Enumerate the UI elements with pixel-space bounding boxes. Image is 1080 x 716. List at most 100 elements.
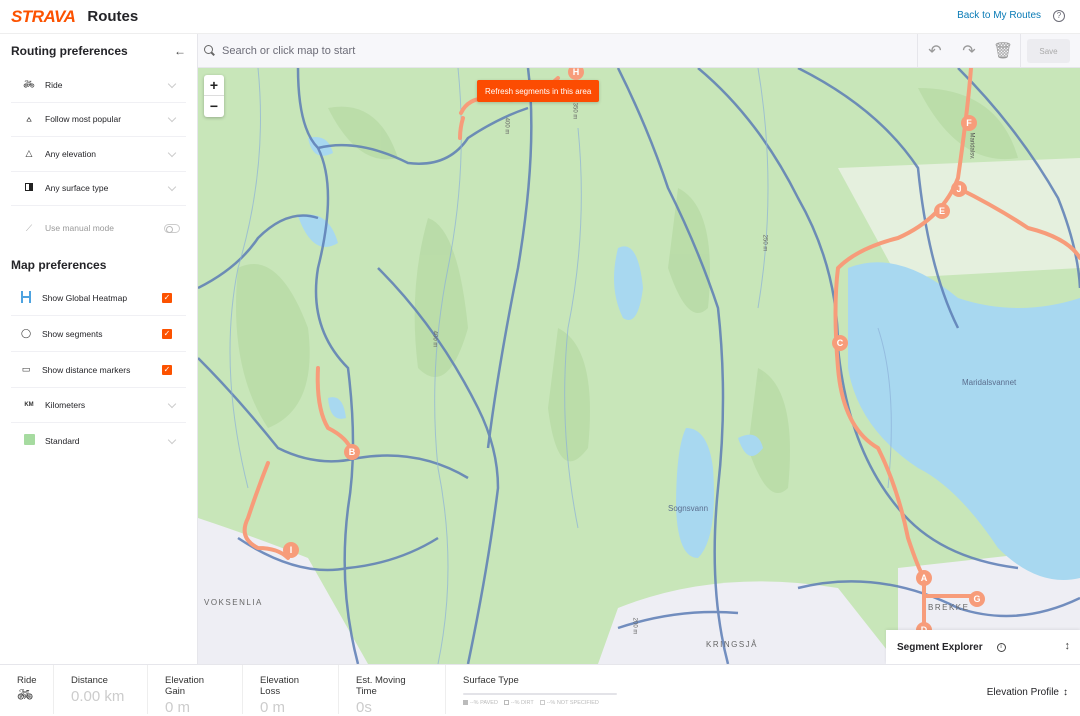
distance-label: Distance xyxy=(71,675,108,686)
sidebar: Routing preferences ← 🚲︎ Ride ⩟ Follow m… xyxy=(0,34,198,664)
elevation-gain-value: 0 m xyxy=(165,699,191,716)
save-button[interactable]: Save xyxy=(1027,39,1070,63)
segment-marker-e[interactable]: E xyxy=(934,203,950,219)
distance-markers-label: Show distance markers xyxy=(42,364,131,375)
paved-text: --% PAVED xyxy=(470,700,498,706)
bike-icon: 🚲︎ xyxy=(17,687,34,702)
collapse-sidebar-arrow-icon[interactable]: ← xyxy=(174,44,186,58)
chevron-down-icon xyxy=(168,114,178,124)
segment-marker-b[interactable]: B xyxy=(344,444,360,460)
expand-vertical-icon[interactable]: ↕ xyxy=(1065,640,1071,652)
map-graphic xyxy=(198,68,1080,664)
zoom-out-button[interactable]: − xyxy=(204,96,224,117)
global-heatmap-label: Show Global Heatmap xyxy=(42,292,128,303)
legend-paved: --% PAVED xyxy=(463,700,498,706)
redo-button[interactable]: ↷ xyxy=(952,34,986,68)
show-segments-checkbox[interactable]: ✓ xyxy=(162,328,172,339)
search-toolbar: ↶ ↷ 🗑︎ Save xyxy=(198,34,1080,68)
contour-label: 400 m xyxy=(431,330,438,348)
surface-legend: --% PAVED --% DIRT --% NOT SPECIFIED xyxy=(463,700,1063,706)
map-canvas[interactable]: + − Refresh segments in this area H F J … xyxy=(198,68,1080,664)
divider xyxy=(1020,34,1021,68)
popularity-select[interactable]: ⩟ Follow most popular xyxy=(11,103,186,137)
map-preferences-title: Map preferences xyxy=(11,258,107,272)
moving-time-label: Est. Moving Time xyxy=(356,675,406,697)
road-label: Maridalsv. xyxy=(968,132,975,160)
dirt-text: --% DIRT xyxy=(510,700,534,706)
show-segments-row[interactable]: ◯ Show segments ✓ xyxy=(11,316,186,352)
surface-type-label: Any surface type xyxy=(45,183,109,194)
stat-elevation-gain: Elevation Gain 0 m xyxy=(148,665,243,716)
not-specified-swatch xyxy=(539,700,545,706)
lake-maridalsvannet xyxy=(848,262,1080,580)
segment-explorer-panel[interactable]: Segment Explorer i ↕ xyxy=(886,630,1080,664)
help-icon[interactable]: ? xyxy=(1053,10,1065,22)
place-label-voksenlia: VOKSENLIA xyxy=(204,598,263,607)
page-title: Routes xyxy=(87,8,139,25)
refresh-segments-button[interactable]: Refresh segments in this area xyxy=(477,80,600,102)
distance-markers-checkbox[interactable]: ✓ xyxy=(162,364,172,375)
zoom-in-button[interactable]: + xyxy=(204,75,224,96)
stat-distance: Distance 0.00 km xyxy=(54,665,148,714)
distance-marker-icon: ▭ xyxy=(21,364,31,374)
moving-time-value: 0s xyxy=(356,699,372,716)
segment-marker-i[interactable]: I xyxy=(283,542,299,558)
units-select[interactable]: KM Kilometers xyxy=(11,388,186,423)
route-stats-bar: Ride 🚲︎ Distance 0.00 km Elevation Gain … xyxy=(0,664,1080,716)
stat-elevation-loss: Elevation Loss 0 m xyxy=(243,665,339,716)
sport-type-select[interactable]: 🚲︎ Ride xyxy=(11,68,186,103)
segment-marker-f[interactable]: F xyxy=(961,115,977,131)
stat-ride: Ride 🚲︎ xyxy=(0,665,54,714)
chevron-down-icon xyxy=(168,400,178,410)
stat-moving-time: Est. Moving Time 0s xyxy=(339,665,446,716)
elevation-profile-label: Elevation Profile xyxy=(986,687,1059,698)
segment-marker-a[interactable]: A xyxy=(916,570,932,586)
urban-area xyxy=(598,581,898,664)
ride-label: Ride xyxy=(17,675,37,686)
strava-logo[interactable]: STRAVA xyxy=(11,7,76,27)
manual-mode-row: ⟋ Use manual mode xyxy=(11,206,186,250)
undo-button[interactable]: ↶ xyxy=(918,34,952,68)
search-icon xyxy=(204,45,215,56)
distance-markers-row[interactable]: ▭ Show distance markers ✓ xyxy=(11,352,186,388)
global-heatmap-row[interactable]: Show Global Heatmap ✓ xyxy=(11,280,186,316)
search-input[interactable] xyxy=(222,44,902,57)
back-to-my-routes-link[interactable]: Back to My Routes xyxy=(957,10,1041,21)
manual-mode-label: Use manual mode xyxy=(45,223,114,233)
legend-dirt: --% DIRT xyxy=(503,700,534,706)
map-zoom-control: + − xyxy=(204,75,224,117)
contour-label: 200 m xyxy=(631,617,638,635)
map-style-select[interactable]: Standard xyxy=(11,423,186,458)
dirt-swatch xyxy=(503,700,509,706)
distance-value: 0.00 km xyxy=(71,688,125,705)
lake xyxy=(298,214,338,247)
contour-label: 400 m xyxy=(503,117,510,135)
manual-mode-icon: ⟋ xyxy=(25,222,33,233)
chevron-down-icon xyxy=(168,80,178,90)
info-icon[interactable]: i xyxy=(996,642,1006,652)
elevation-profile-toggle[interactable]: Elevation Profile ↕ xyxy=(987,687,1068,698)
segment-explorer-title: Segment Explorer xyxy=(897,641,983,653)
elevation-loss-value: 0 m xyxy=(260,699,286,716)
global-heatmap-checkbox[interactable]: ✓ xyxy=(162,292,172,303)
segment-marker-c[interactable]: C xyxy=(832,335,848,351)
chevron-down-icon xyxy=(168,436,178,446)
elevation-gain-label: Elevation Gain xyxy=(165,675,205,697)
segment-marker-j[interactable]: J xyxy=(951,181,967,197)
routing-preferences-title: Routing preferences xyxy=(11,44,128,58)
surface-type-label: Surface Type xyxy=(463,675,519,686)
sport-type-label: Ride xyxy=(45,79,63,90)
heatmap-icon xyxy=(14,290,38,305)
manual-mode-toggle[interactable] xyxy=(164,223,180,233)
segment-marker-g[interactable]: G xyxy=(969,591,985,607)
elevation-label: Any elevation xyxy=(45,148,97,159)
delete-route-button[interactable]: 🗑︎ xyxy=(986,34,1020,68)
surface-type-select[interactable]: Any surface type xyxy=(11,172,186,206)
elevation-icon: △ xyxy=(25,148,33,159)
place-label-brekke: BREKKE xyxy=(928,603,970,612)
bike-icon: 🚲︎ xyxy=(23,79,35,90)
elevation-select[interactable]: △ Any elevation xyxy=(11,137,186,172)
popularity-label: Follow most popular xyxy=(45,114,122,125)
legend-not-specified: --% NOT SPECIFIED xyxy=(539,700,599,706)
surface-icon xyxy=(17,183,41,193)
